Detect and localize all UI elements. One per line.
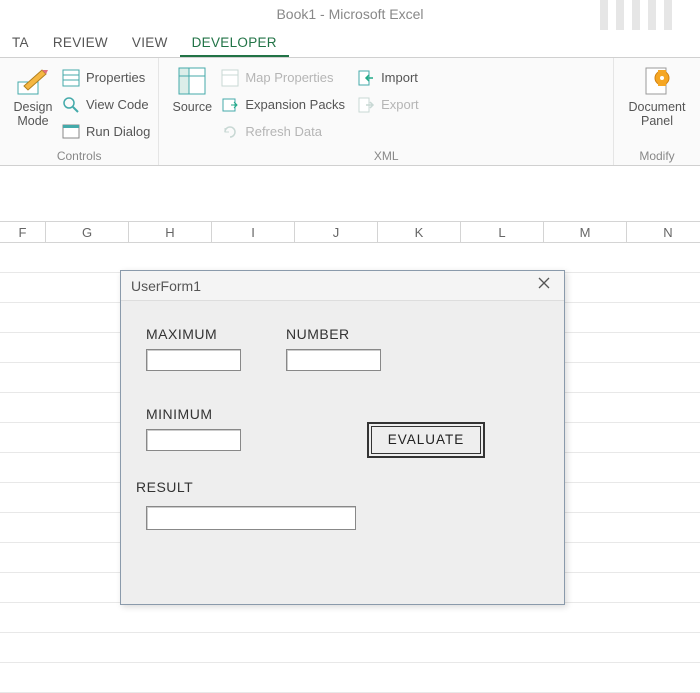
group-modify: Document Panel Modify (614, 58, 700, 165)
group-xml: Source Map Properties Expansion Packs Re… (159, 58, 614, 165)
expansion-packs-icon (221, 96, 239, 114)
refresh-data-button: Refresh Data (221, 120, 345, 144)
minimum-input[interactable] (146, 429, 241, 451)
refresh-data-icon (221, 123, 239, 141)
map-properties-icon (221, 69, 239, 87)
document-panel-button[interactable]: Document Panel (622, 62, 692, 147)
evaluate-button[interactable]: EVALUATE (371, 426, 481, 454)
view-code-button[interactable]: View Code (62, 93, 150, 117)
col-I[interactable]: I (211, 222, 294, 242)
map-properties-button: Map Properties (221, 66, 345, 90)
expansion-packs-button[interactable]: Expansion Packs (221, 93, 345, 117)
ribbon: Design Mode Properties View Code Run Dia… (0, 58, 700, 166)
tab-view[interactable]: VIEW (120, 28, 180, 57)
tab-data[interactable]: TA (0, 28, 41, 57)
close-icon[interactable] (534, 271, 554, 301)
col-H[interactable]: H (128, 222, 211, 242)
design-mode-button[interactable]: Design Mode (8, 62, 58, 147)
group-xml-label: XML (167, 147, 605, 163)
userform-body: MAXIMUM NUMBER MINIMUM EVALUATE RESULT (121, 301, 564, 604)
column-headers: F G H I J K L M N (0, 221, 700, 243)
run-dialog-icon (62, 123, 80, 141)
number-input[interactable] (286, 349, 381, 371)
run-dialog-button[interactable]: Run Dialog (62, 120, 150, 144)
properties-icon (62, 69, 80, 87)
source-icon (175, 64, 209, 98)
result-output[interactable] (146, 506, 356, 530)
window-titlebar: Book1 - Microsoft Excel (0, 0, 700, 28)
import-icon (357, 69, 375, 87)
col-L[interactable]: L (460, 222, 543, 242)
source-button[interactable]: Source (167, 62, 217, 147)
col-F[interactable]: F (0, 222, 45, 242)
userform-title: UserForm1 (131, 271, 201, 301)
tab-review[interactable]: REVIEW (41, 28, 120, 57)
properties-button[interactable]: Properties (62, 66, 150, 90)
import-button[interactable]: Import (357, 66, 419, 90)
tab-developer[interactable]: DEVELOPER (180, 28, 289, 57)
col-J[interactable]: J (294, 222, 377, 242)
maximum-label: MAXIMUM (146, 326, 217, 342)
userform-titlebar[interactable]: UserForm1 (121, 271, 564, 301)
col-G[interactable]: G (45, 222, 128, 242)
minimum-label: MINIMUM (146, 406, 213, 422)
group-controls: Design Mode Properties View Code Run Dia… (0, 58, 159, 165)
result-label: RESULT (136, 479, 193, 495)
maximum-input[interactable] (146, 349, 241, 371)
document-panel-label: Document Panel (629, 100, 686, 128)
group-modify-label: Modify (622, 147, 692, 163)
group-controls-label: Controls (8, 147, 150, 163)
document-panel-icon (640, 64, 674, 98)
source-label: Source (173, 100, 213, 114)
number-label: NUMBER (286, 326, 350, 342)
titlebar-decoration (600, 0, 690, 30)
col-M[interactable]: M (543, 222, 626, 242)
app-title: Book1 - Microsoft Excel (276, 6, 423, 22)
col-N[interactable]: N (626, 222, 700, 242)
export-button: Export (357, 93, 419, 117)
col-K[interactable]: K (377, 222, 460, 242)
ribbon-tabs: TA REVIEW VIEW DEVELOPER (0, 28, 700, 58)
export-icon (357, 96, 375, 114)
design-mode-label: Design Mode (14, 100, 53, 128)
design-mode-icon (16, 64, 50, 98)
view-code-icon (62, 96, 80, 114)
userform-dialog: UserForm1 MAXIMUM NUMBER MINIMUM EVALUAT… (120, 270, 565, 605)
